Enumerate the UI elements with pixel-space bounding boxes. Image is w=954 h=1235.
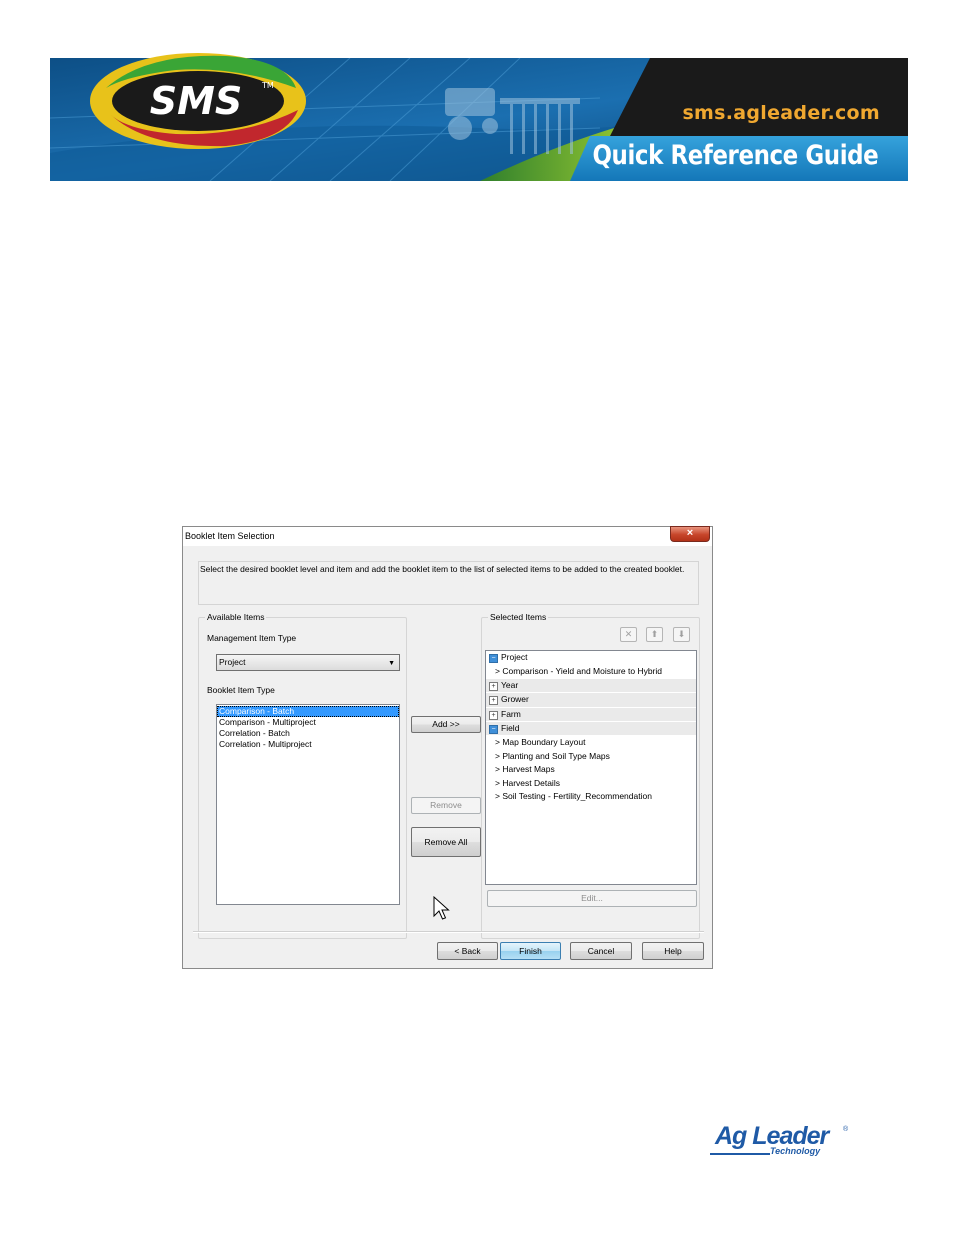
list-item[interactable]: Correlation - Multiproject (217, 739, 399, 750)
tree-group-field[interactable]: − Field (486, 721, 696, 737)
tree-group-label: Farm (501, 708, 521, 719)
trademark-mark: TM (261, 81, 274, 90)
booklet-item-type-label: Booklet Item Type (207, 685, 275, 695)
close-button[interactable]: × (670, 526, 710, 542)
move-up-button[interactable]: ⬆ (646, 627, 663, 642)
tree-group-label: Project (501, 652, 528, 662)
logo-underline (710, 1153, 770, 1155)
arrow-up-icon: ⬆ (650, 629, 659, 639)
tree-item-label: > Harvest Details (495, 777, 560, 788)
tree-item[interactable]: > Soil Testing - Fertility_Recommendatio… (486, 790, 696, 803)
booklet-item-type-list[interactable]: Comparison - Batch Comparison - Multipro… (216, 704, 400, 905)
tree-item[interactable]: > Harvest Maps (486, 763, 696, 776)
tree-item-label: > Comparison - Yield and Moisture to Hyb… (495, 666, 663, 677)
tree-item-label: > Soil Testing - Fertility_Recommendatio… (495, 790, 652, 801)
dialog-title: Booklet Item Selection (185, 531, 275, 541)
edit-button[interactable]: Edit... (487, 890, 697, 907)
expand-icon[interactable]: + (489, 696, 498, 706)
registered-mark: ® (843, 1126, 849, 1133)
finish-button[interactable]: Finish (500, 942, 561, 960)
tree-group-label: Year (501, 679, 519, 690)
delete-icon: ✕ (624, 629, 633, 639)
list-item[interactable]: Comparison - Batch (217, 706, 399, 717)
add-button[interactable]: Add >> (411, 716, 481, 733)
selected-items-tree[interactable]: − Project > Comparison - Yield and Moist… (485, 650, 697, 885)
selected-items-label: Selected Items (488, 612, 549, 622)
website-url: sms.agleader.com (682, 102, 880, 124)
dialog-titlebar: Booklet Item Selection × (183, 526, 712, 546)
tree-item-label: > Map Boundary Layout (495, 737, 586, 748)
tree-item[interactable]: > Map Boundary Layout (486, 736, 696, 749)
cancel-button[interactable]: Cancel (570, 942, 632, 960)
list-item[interactable]: Comparison - Multiproject (217, 717, 399, 728)
tree-group-year[interactable]: + Year (486, 678, 696, 694)
management-item-type-value: Project (219, 657, 246, 667)
back-button[interactable]: < Back (437, 942, 498, 960)
tree-group-project[interactable]: − Project (486, 651, 696, 666)
mouse-pointer-icon (433, 896, 450, 920)
expand-icon[interactable]: + (489, 681, 498, 691)
remove-all-button[interactable]: Remove All (411, 827, 481, 857)
tree-item[interactable]: > Planting and Soil Type Maps (486, 750, 696, 763)
tree-group-label: Grower (501, 694, 529, 705)
sms-logo-text: SMS (150, 79, 243, 123)
delete-item-button[interactable]: ✕ (620, 627, 637, 642)
available-items-label: Available Items (205, 612, 267, 622)
footer-divider (193, 931, 704, 933)
chevron-down-icon: ▼ (388, 660, 395, 667)
tree-group-grower[interactable]: + Grower (486, 693, 696, 708)
management-item-type-label: Management Item Type (207, 633, 297, 643)
ag-leader-technology-text: Technology (770, 1146, 821, 1156)
arrow-down-icon: ⬇ (677, 629, 686, 639)
close-icon: × (686, 527, 694, 539)
tree-item-label: > Harvest Maps (495, 764, 555, 775)
tree-group-farm[interactable]: + Farm (486, 707, 696, 722)
instructions-text: Select the desired booklet level and ite… (198, 561, 699, 605)
list-item[interactable]: Correlation - Batch (217, 728, 399, 739)
guide-title: Quick Reference Guide (592, 140, 878, 171)
sms-logo: SMS TM (90, 53, 306, 149)
help-button[interactable]: Help (642, 942, 704, 960)
expand-icon[interactable]: + (489, 710, 498, 720)
management-item-type-dropdown[interactable]: Project ▼ (216, 654, 400, 671)
collapse-icon[interactable]: − (489, 654, 498, 663)
move-down-button[interactable]: ⬇ (673, 627, 690, 642)
tree-group-label: Field (501, 722, 520, 733)
tree-item[interactable]: > Comparison - Yield and Moisture to Hyb… (486, 665, 696, 678)
collapse-icon[interactable]: − (489, 724, 498, 734)
tree-item[interactable]: > Harvest Details (486, 777, 696, 790)
tree-item-label: > Planting and Soil Type Maps (495, 750, 610, 761)
ag-leader-logo: Ag Leader ® Technology (710, 1122, 850, 1162)
remove-button[interactable]: Remove (411, 797, 481, 814)
